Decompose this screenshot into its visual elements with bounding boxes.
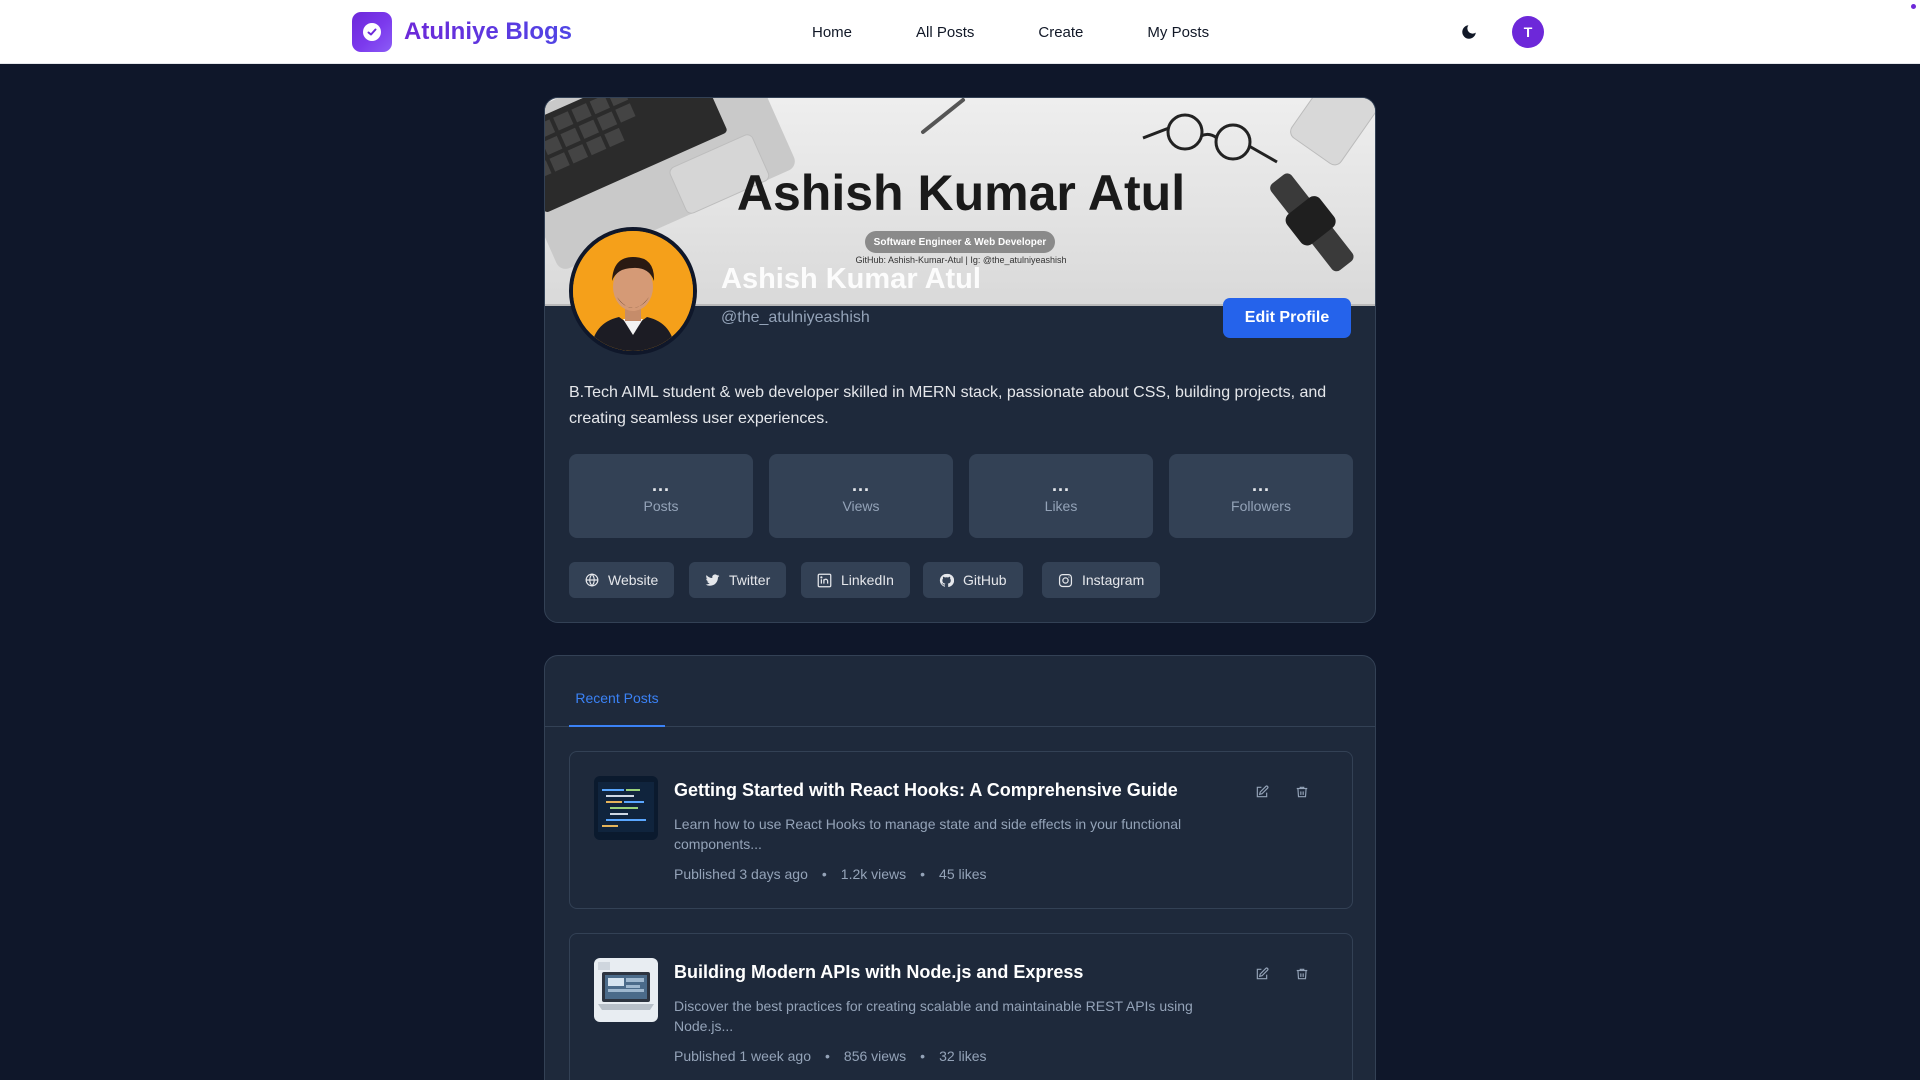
github-link-label: GitHub [963, 572, 1007, 588]
instagram-link[interactable]: Instagram [1042, 562, 1161, 598]
delete-post-button[interactable] [1292, 782, 1312, 802]
profile-photo [569, 227, 697, 355]
post-title[interactable]: Getting Started with React Hooks: A Comp… [674, 780, 1178, 801]
twitter-icon [705, 573, 720, 586]
brand-logo-icon [352, 12, 392, 52]
edit-icon [1256, 785, 1269, 798]
stat-views-label: Views [842, 498, 880, 514]
linkedin-icon [817, 573, 832, 587]
twitter-link[interactable]: Twitter [689, 562, 787, 598]
post-likes: 32 likes [939, 1048, 987, 1064]
brand[interactable]: Atulniye Blogs [352, 12, 572, 52]
edit-icon [1256, 967, 1269, 980]
post-published: Published 1 week ago [674, 1048, 811, 1064]
linkedin-link-label: LinkedIn [841, 572, 894, 588]
profile-stats: ... Posts ... Views ... Likes ... Follow… [569, 454, 1353, 538]
nav-all-posts[interactable]: All Posts [916, 24, 974, 41]
edit-post-button[interactable] [1252, 964, 1272, 984]
corner-dot [1911, 4, 1916, 9]
stat-likes-label: Likes [1044, 498, 1078, 514]
tab-recent-posts[interactable]: Recent Posts [569, 690, 665, 727]
stat-posts-value: ... [651, 475, 670, 495]
recent-posts-card: Recent Posts Getting Started with React … [544, 655, 1376, 1080]
post-views: 1.2k views [840, 866, 907, 882]
stat-likes: ... Likes [969, 454, 1153, 538]
banner-name: Ashish Kumar Atul [736, 165, 1186, 221]
post-excerpt: Learn how to use React Hooks to manage s… [674, 816, 1182, 852]
website-link-label: Website [608, 572, 659, 588]
brand-name: Atulniye Blogs [404, 18, 573, 45]
post-published: Published 3 days ago [674, 866, 808, 882]
meta-separator: • [821, 866, 827, 882]
banner-role-badge: Software Engineer & Web Developer [865, 231, 1055, 253]
globe-icon [585, 573, 599, 587]
nav-home[interactable]: Home [812, 24, 852, 41]
stat-views-value: ... [851, 475, 870, 495]
theme-toggle-button[interactable] [1454, 18, 1484, 46]
profile-display-name: Ashish Kumar Atul [721, 263, 981, 295]
post-likes: 45 likes [939, 866, 987, 882]
stat-followers-label: Followers [1231, 498, 1291, 514]
stat-views: ... Views [769, 454, 953, 538]
profile-card: Ashish Kumar Atul Software Engineer & We… [544, 97, 1376, 623]
post-views: 856 views [843, 1048, 907, 1064]
post-title[interactable]: Building Modern APIs with Node.js and Ex… [674, 962, 1083, 983]
stat-posts-label: Posts [643, 498, 679, 514]
post-thumbnail-code [594, 776, 658, 840]
main-nav: Home All Posts Create My Posts [812, 0, 1209, 64]
twitter-link-label: Twitter [729, 572, 771, 588]
post-meta: Published 1 week ago • 856 views • 32 li… [674, 1048, 987, 1064]
instagram-link-label: Instagram [1082, 572, 1145, 588]
edit-post-button[interactable] [1252, 782, 1272, 802]
profile-username: @the_atulniyeashish [721, 309, 870, 326]
meta-separator: • [920, 1048, 926, 1064]
trash-icon [1296, 786, 1308, 798]
instagram-icon [1058, 573, 1073, 587]
post-item[interactable]: Building Modern APIs with Node.js and Ex… [569, 933, 1353, 1080]
github-link[interactable]: GitHub [923, 562, 1023, 598]
user-avatar[interactable]: T [1512, 16, 1544, 48]
post-excerpt: Discover the best practices for creating… [674, 998, 1193, 1034]
meta-separator: • [920, 866, 926, 882]
trash-icon [1296, 968, 1308, 980]
stat-followers: ... Followers [1169, 454, 1353, 538]
profile-bio: B.Tech AIML student & web developer skil… [569, 384, 1327, 427]
github-icon [939, 573, 954, 587]
post-meta: Published 3 days ago • 1.2k views • 45 l… [674, 866, 987, 882]
posts-tab-bar: Recent Posts [545, 656, 1375, 727]
top-navbar: Atulniye Blogs Home All Posts Create My … [0, 0, 1920, 64]
nav-create[interactable]: Create [1038, 24, 1083, 41]
stat-likes-value: ... [1051, 475, 1070, 495]
post-item[interactable]: Getting Started with React Hooks: A Comp… [569, 751, 1353, 909]
post-thumbnail-laptop [594, 958, 658, 1022]
linkedin-link[interactable]: LinkedIn [801, 562, 910, 598]
stat-posts: ... Posts [569, 454, 753, 538]
meta-separator: • [825, 1048, 830, 1064]
moon-icon [1462, 25, 1476, 39]
website-link[interactable]: Website [569, 562, 675, 598]
edit-profile-button[interactable]: Edit Profile [1223, 298, 1351, 338]
delete-post-button[interactable] [1292, 964, 1312, 984]
nav-my-posts[interactable]: My Posts [1147, 24, 1209, 41]
stat-followers-value: ... [1251, 475, 1270, 495]
